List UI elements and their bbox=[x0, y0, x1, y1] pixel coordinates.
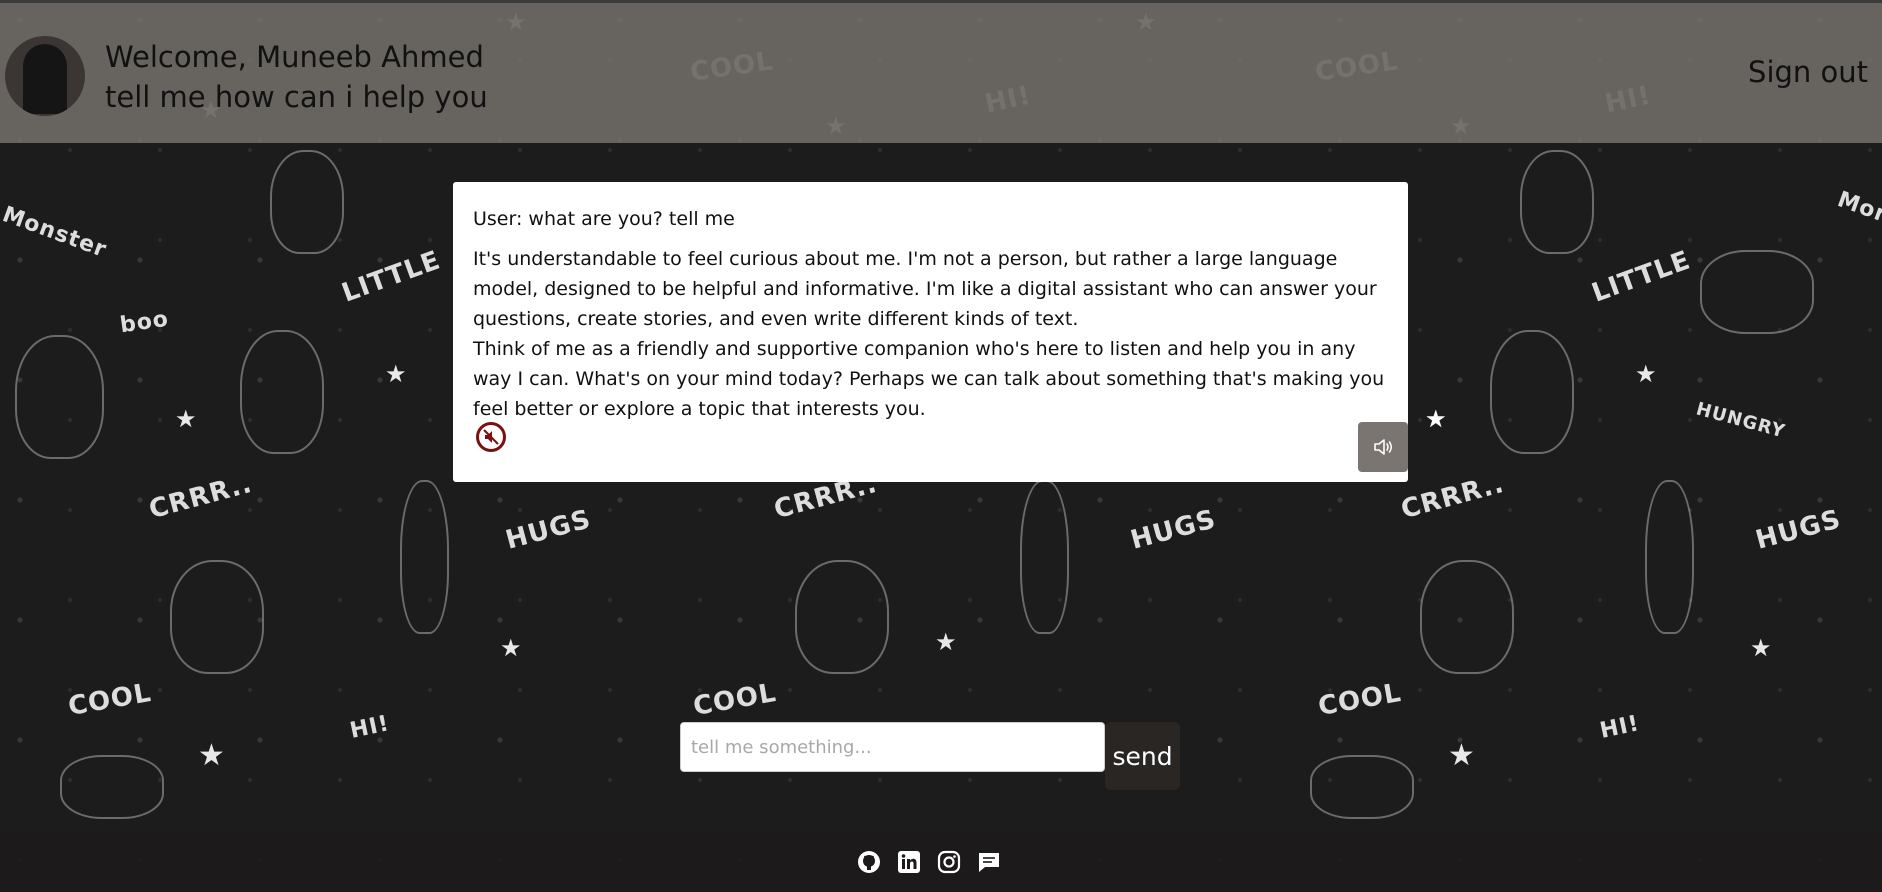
star-icon: ★ bbox=[198, 738, 225, 773]
chat-icon[interactable] bbox=[977, 850, 1001, 874]
doodle-word: CRRR.. bbox=[1397, 468, 1508, 526]
welcome-line: Welcome, Muneeb Ahmed bbox=[105, 40, 484, 74]
star-icon: ★ bbox=[1425, 405, 1447, 433]
linkedin-icon[interactable] bbox=[897, 850, 921, 874]
monster-doodle bbox=[60, 755, 164, 819]
monster-doodle bbox=[1645, 480, 1694, 634]
bot-message-paragraph: Think of me as a friendly and supportive… bbox=[473, 338, 1385, 420]
doodle-word: HI! bbox=[1597, 711, 1642, 744]
star-icon: ★ bbox=[175, 405, 197, 433]
monster-doodle bbox=[1020, 480, 1069, 634]
top-header: Welcome, Muneeb Ahmed tell me how can i … bbox=[0, 0, 1882, 143]
doodle-word: Monster bbox=[1834, 187, 1882, 248]
doodle-word: HUGS bbox=[1127, 504, 1220, 556]
monster-doodle bbox=[795, 560, 889, 674]
doodle-word: COOL bbox=[66, 677, 154, 723]
star-icon: ★ bbox=[935, 628, 957, 656]
doodle-word: LITTLE bbox=[337, 245, 445, 309]
monster-doodle bbox=[240, 330, 324, 454]
doodle-word: HUGS bbox=[1752, 504, 1845, 556]
instagram-icon[interactable] bbox=[937, 850, 961, 874]
monster-doodle bbox=[400, 480, 449, 634]
avatar bbox=[5, 36, 85, 116]
social-links bbox=[857, 850, 1001, 874]
github-icon[interactable] bbox=[857, 850, 881, 874]
monster-doodle bbox=[1520, 150, 1594, 254]
monster-doodle bbox=[1310, 755, 1414, 819]
star-icon: ★ bbox=[1448, 738, 1475, 773]
mute-icon[interactable] bbox=[476, 422, 506, 452]
doodle-word: COOL bbox=[691, 677, 779, 723]
star-icon: ★ bbox=[1425, 405, 1447, 433]
welcome-text: Welcome, Muneeb Ahmed tell me how can i … bbox=[105, 37, 488, 117]
doodle-word: CRRR.. bbox=[145, 468, 256, 526]
subtitle-line: tell me how can i help you bbox=[105, 80, 488, 114]
monster-doodle bbox=[1490, 330, 1574, 454]
speaker-button[interactable] bbox=[1358, 422, 1408, 472]
star-icon: ★ bbox=[1750, 634, 1772, 662]
monster-doodle bbox=[15, 335, 104, 459]
monster-doodle bbox=[270, 150, 344, 254]
star-icon: ★ bbox=[1635, 360, 1657, 388]
doodle-word: HI! bbox=[347, 711, 392, 744]
doodle-word: COOL bbox=[1316, 677, 1404, 723]
doodle-word: HUGS bbox=[502, 504, 595, 556]
footer bbox=[0, 833, 1882, 892]
send-button[interactable]: send bbox=[1105, 722, 1180, 790]
doodle-word: LITTLE bbox=[1587, 245, 1695, 309]
bot-message-paragraph: It's understandable to feel curious abou… bbox=[473, 248, 1377, 330]
star-icon: ★ bbox=[385, 360, 407, 388]
doodle-word: boo bbox=[118, 306, 171, 339]
speaker-icon bbox=[1374, 439, 1393, 455]
monster-doodle bbox=[170, 560, 264, 674]
avatar-figure bbox=[23, 44, 67, 114]
doodle-word: HUNGRY bbox=[1693, 398, 1788, 443]
monster-doodle bbox=[1420, 560, 1514, 674]
mute-icon-glyph bbox=[483, 429, 499, 445]
chat-card: User: what are you? tell me It's underst… bbox=[453, 182, 1408, 482]
user-message: User: what are you? tell me bbox=[473, 208, 735, 230]
signout-link[interactable]: Sign out bbox=[1748, 55, 1868, 89]
monster-doodle bbox=[1700, 250, 1814, 334]
message-input[interactable] bbox=[680, 722, 1105, 772]
star-icon: ★ bbox=[500, 634, 522, 662]
doodle-word: Monster bbox=[0, 202, 111, 263]
